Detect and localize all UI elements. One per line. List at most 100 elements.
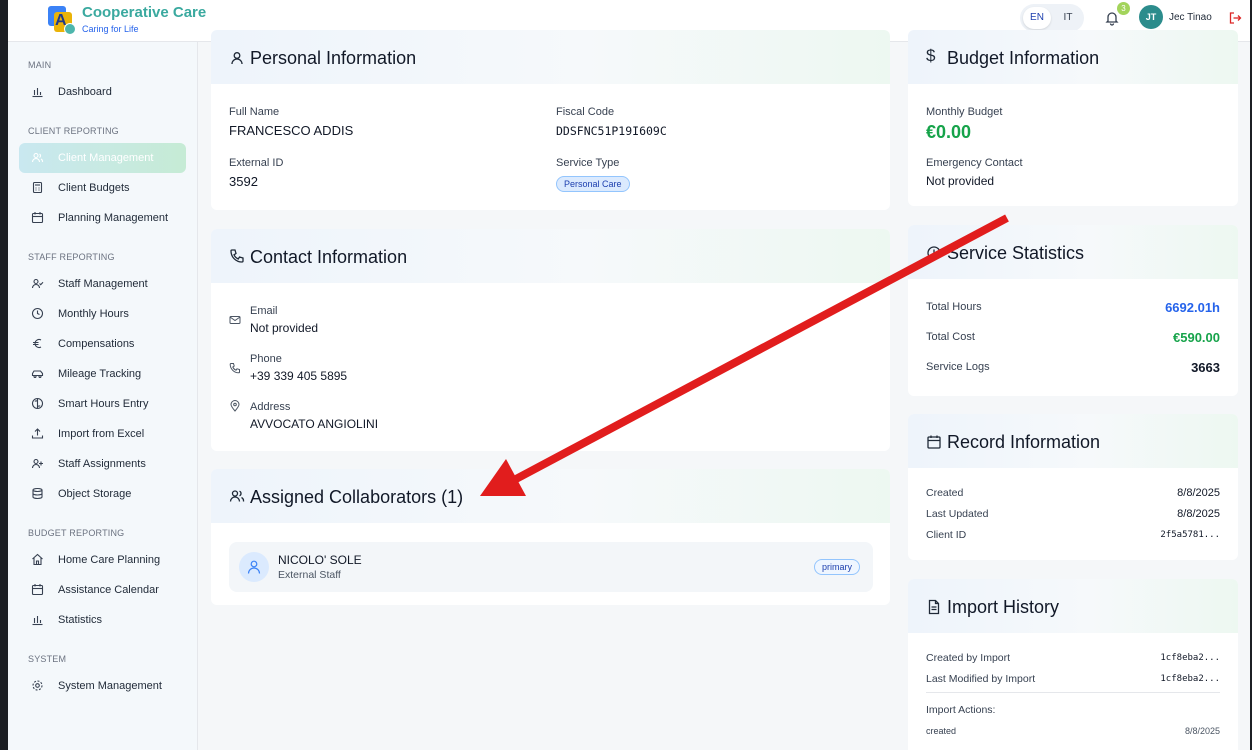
external-id-label: External ID (229, 157, 284, 169)
calendar-icon (31, 584, 44, 596)
import-history-card: Import History Created by Import 1cf8eba… (908, 579, 1238, 750)
card-title: Service Statistics (947, 243, 1085, 263)
sidebar-item-planning-management[interactable]: Planning Management (19, 203, 186, 233)
service-statistics-card: Service Statistics Total Hours 6692.01h … (908, 225, 1238, 396)
sidebar-item-monthly-hours[interactable]: Monthly Hours (19, 299, 186, 329)
card-title: Contact Information (250, 247, 408, 267)
contact-info-card: Contact Information Email Not provided P… (211, 229, 890, 451)
user-icon (247, 560, 261, 574)
sidebar-item-assistance-calendar[interactable]: Assistance Calendar (19, 575, 186, 605)
last-updated-label: Last Updated (926, 508, 989, 520)
emergency-contact-value: Not provided (926, 174, 995, 188)
bar-chart-icon (32, 616, 43, 626)
sidebar-item-label: Compensations (58, 338, 135, 350)
sidebar-item-system-management[interactable]: System Management (19, 671, 186, 701)
phone-value: +39 339 405 5895 (250, 369, 348, 383)
full-name-label: Full Name (229, 106, 280, 118)
sidebar-item-staff-management[interactable]: Staff Management (19, 269, 186, 299)
monthly-budget-label: Monthly Budget (926, 106, 1003, 118)
file-text-icon (928, 599, 940, 615)
calculator-icon (32, 181, 43, 194)
map-pin-icon (230, 400, 240, 412)
phone-label: Phone (250, 353, 282, 365)
service-logs-label: Service Logs (926, 361, 990, 373)
card-title: Personal Information (250, 48, 417, 68)
sidebar-item-statistics[interactable]: Statistics (19, 605, 186, 635)
import-actions-label: Import Actions: (926, 704, 996, 716)
total-cost-label: Total Cost (926, 331, 975, 343)
sidebar-item-object-storage[interactable]: Object Storage (19, 479, 186, 509)
section-main: MAIN (28, 60, 52, 70)
dollar-icon: $ (926, 46, 936, 65)
user-avatar[interactable]: JT (1139, 5, 1163, 29)
collaborator-row[interactable]: NICOLO' SOLE External Staff primary (229, 542, 873, 592)
brand-subtitle: Caring for Life (82, 24, 139, 34)
gear-icon (32, 680, 43, 691)
clock-icon (31, 307, 44, 320)
emergency-contact-label: Emergency Contact (926, 157, 1023, 169)
user-name[interactable]: Jec Tinao (1169, 12, 1212, 23)
calendar-icon (927, 435, 941, 449)
lang-en-button[interactable]: EN (1023, 7, 1051, 29)
created-by-import-label: Created by Import (926, 652, 1011, 664)
sidebar-item-compensations[interactable]: Compensations (19, 329, 186, 359)
upload-icon (31, 428, 44, 439)
fiscal-code-label: Fiscal Code (556, 106, 615, 118)
sidebar-item-home-care-planning[interactable]: Home Care Planning (19, 545, 186, 575)
logout-icon[interactable] (1228, 11, 1242, 25)
email-value: Not provided (250, 321, 319, 335)
phone-icon (230, 249, 244, 263)
total-hours-label: Total Hours (926, 301, 982, 313)
sidebar-item-label: Monthly Hours (58, 308, 129, 320)
lang-it-button[interactable]: IT (1054, 7, 1082, 29)
created-value: 8/8/2025 (1177, 487, 1220, 499)
card-title: Record Information (947, 432, 1101, 452)
address-value: AVVOCATO ANGIOLINI (250, 417, 379, 431)
sidebar: MAIN Dashboard CLIENT REPORTING Client M… (8, 42, 198, 750)
total-hours-value: 6692.01h (1165, 300, 1220, 315)
sidebar-item-label: Assistance Calendar (58, 584, 159, 596)
sidebar-item-label: Mileage Tracking (58, 368, 142, 380)
app-logo[interactable]: A (48, 6, 78, 36)
collaborator-role: External Staff (278, 569, 341, 581)
euro-icon (33, 338, 42, 349)
divider (926, 692, 1220, 693)
sidebar-item-label: Object Storage (58, 488, 132, 500)
sidebar-item-mileage-tracking[interactable]: Mileage Tracking (19, 359, 186, 389)
sidebar-item-client-management[interactable]: Client Management (19, 143, 186, 173)
home-icon (32, 553, 43, 566)
sidebar-item-staff-assignments[interactable]: Staff Assignments (19, 449, 186, 479)
users-icon (31, 152, 44, 163)
logo-dot (64, 23, 76, 35)
client-id-label: Client ID (926, 529, 967, 541)
sidebar-item-label: Client Management (58, 152, 154, 164)
notification-badge: 3 (1117, 2, 1130, 15)
service-type-label: Service Type (556, 157, 620, 169)
sidebar-item-client-budgets[interactable]: Client Budgets (19, 173, 186, 203)
sidebar-item-smart-hours-entry[interactable]: Smart Hours Entry (19, 389, 186, 419)
service-logs-value: 3663 (1191, 360, 1220, 375)
sidebar-item-dashboard[interactable]: Dashboard (19, 77, 186, 107)
card-title: Budget Information (947, 48, 1100, 68)
last-modified-by-import-label: Last Modified by Import (926, 673, 1036, 685)
external-id-value: 3592 (229, 174, 258, 189)
fiscal-code-value: DDSFNC51P19I609C (556, 124, 667, 138)
last-updated-value: 8/8/2025 (1177, 508, 1220, 520)
full-name-value: FRANCESCO ADDIS (229, 123, 354, 138)
user-icon (231, 52, 243, 65)
calendar-icon (31, 212, 44, 224)
bar-chart-icon (32, 88, 43, 98)
language-toggle: EN IT (1020, 4, 1084, 32)
user-plus-icon (31, 458, 43, 469)
sidebar-item-label: Dashboard (58, 86, 112, 98)
sidebar-item-label: Smart Hours Entry (58, 398, 149, 410)
section-system: SYSTEM (28, 654, 67, 664)
section-budget-reporting: BUDGET REPORTING (28, 528, 125, 538)
created-label: Created (926, 487, 964, 499)
sidebar-item-label: Import from Excel (58, 428, 145, 440)
sidebar-item-import-from-excel[interactable]: Import from Excel (19, 419, 186, 449)
import-action-date: 8/8/2025 (1184, 726, 1220, 736)
brand-title: Cooperative Care (82, 4, 207, 21)
service-type-badge: Personal Care (556, 176, 630, 192)
budget-info-card: $ Budget Information Monthly Budget €0.0… (908, 30, 1238, 206)
